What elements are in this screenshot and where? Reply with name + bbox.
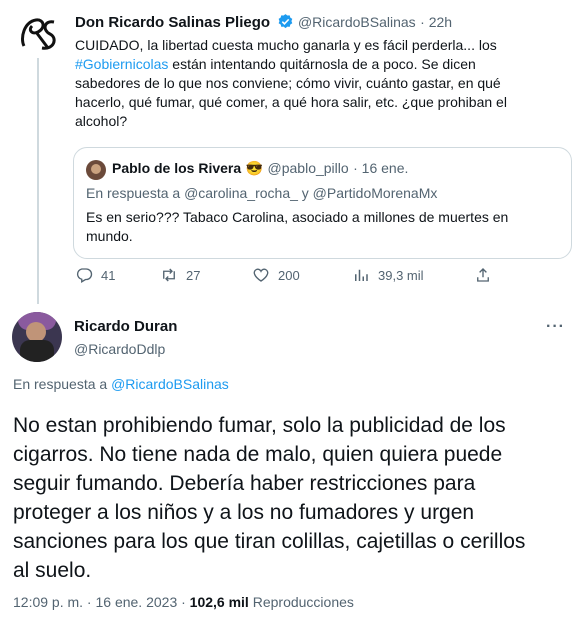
hashtag-link[interactable]: #Gobiernicolas xyxy=(75,56,168,72)
text-line: #Gobiernicolas están intentando quitárno… xyxy=(75,55,575,74)
text-line: cigarros. No tiene nada de malo, quien q… xyxy=(13,443,503,466)
sunglasses-emoji-icon: 😎 xyxy=(245,160,264,176)
text-fragment: están intentando quitárnosla de a poco. … xyxy=(168,56,476,72)
reply-to-link[interactable]: @RicardoBSalinas xyxy=(111,376,229,392)
retweet-count: 27 xyxy=(186,267,201,283)
author-name[interactable]: Ricardo Duran xyxy=(74,318,177,335)
quote-text: Es en serio??? Tabaco Carolina, asociado… xyxy=(86,208,566,246)
share-icon xyxy=(477,268,489,282)
reply-prefix: En respuesta a xyxy=(86,185,185,201)
reply-prefix: En respuesta a xyxy=(13,376,112,392)
avatar-logo[interactable] xyxy=(14,10,62,58)
reply-to-handles: @carolina_rocha_ y @PartidoMorenaMx xyxy=(184,185,438,201)
rs-logo-icon xyxy=(21,18,56,50)
text-line: hacerlo, qué fumar, qué comer, a qué hor… xyxy=(75,94,507,110)
like-count: 200 xyxy=(278,267,300,283)
author-name[interactable]: Don Ricardo Salinas Pliego xyxy=(75,14,270,31)
quote-author-name: Pablo de los Rivera xyxy=(112,160,242,176)
text-line: Es en serio??? Tabaco Carolina, asociado… xyxy=(86,209,509,225)
quote-avatar[interactable] xyxy=(86,160,106,180)
parent-header: Don Ricardo Salinas Pliego @RicardoBSali… xyxy=(75,13,452,35)
retweet-button[interactable]: 27 xyxy=(160,266,200,284)
share-button[interactable] xyxy=(474,266,492,284)
verified-badge-icon xyxy=(277,13,294,35)
quote-header: Pablo de los Rivera 😎 @pablo_pillo · 16 … xyxy=(112,160,408,178)
retweet-icon xyxy=(163,268,175,282)
text-line: No estan prohibiendo fumar, solo la publ… xyxy=(13,414,506,437)
text-line: sanciones para los que tiran colillas, c… xyxy=(13,530,526,553)
tweet-metadata: 12:09 p. m. · 16 ene. 2023 · 102,6 mil R… xyxy=(13,594,354,610)
text-line: mundo. xyxy=(86,228,133,244)
text-line: alcohol? xyxy=(75,113,128,129)
author-handle[interactable]: @RicardoBSalinas xyxy=(298,14,416,30)
text-line: proteger a los niños y a los no fumadore… xyxy=(13,501,475,524)
more-options-icon[interactable]: ··· xyxy=(546,318,565,336)
quote-time: · 16 ene. xyxy=(353,160,409,176)
reply-button[interactable]: 41 xyxy=(75,266,115,284)
heart-icon xyxy=(253,268,269,282)
quoted-tweet[interactable]: Pablo de los Rivera 😎 @pablo_pillo · 16 … xyxy=(73,147,572,259)
thread-line xyxy=(37,58,39,304)
reply-icon xyxy=(76,268,93,283)
parent-tweet-text: CUIDADO, la libertad cuesta mucho ganarl… xyxy=(75,36,575,131)
reply-count: 41 xyxy=(101,267,116,283)
tweet-time[interactable]: 22h xyxy=(429,14,452,30)
text-line: CUIDADO, la libertad cuesta mucho ganarl… xyxy=(75,37,497,53)
quote-reply-context: En respuesta a @carolina_rocha_ y @Parti… xyxy=(86,185,437,201)
views-count: 39,3 mil xyxy=(378,267,424,283)
text-line: al suelo. xyxy=(13,559,92,582)
views-count: 102,6 mil xyxy=(189,594,249,610)
text-line: seguir fumando. Debería haber restriccio… xyxy=(13,472,476,495)
author-handle[interactable]: @RicardoDdlp xyxy=(74,341,165,357)
main-tweet-text: No estan prohibiendo fumar, solo la publ… xyxy=(13,411,583,585)
quote-author-handle: @pablo_pillo xyxy=(267,160,349,176)
views-label: Reproducciones xyxy=(248,594,354,610)
analytics-icon xyxy=(355,269,368,281)
timestamp[interactable]: 12:09 p. m. · 16 ene. 2023 · xyxy=(13,594,190,610)
views-button[interactable]: 39,3 mil xyxy=(352,266,424,284)
avatar[interactable] xyxy=(12,312,62,362)
reply-context: En respuesta a @RicardoBSalinas xyxy=(13,376,229,392)
text-line: sabedores de lo que nos conviene; cómo v… xyxy=(75,75,501,91)
like-button[interactable]: 200 xyxy=(252,266,300,284)
